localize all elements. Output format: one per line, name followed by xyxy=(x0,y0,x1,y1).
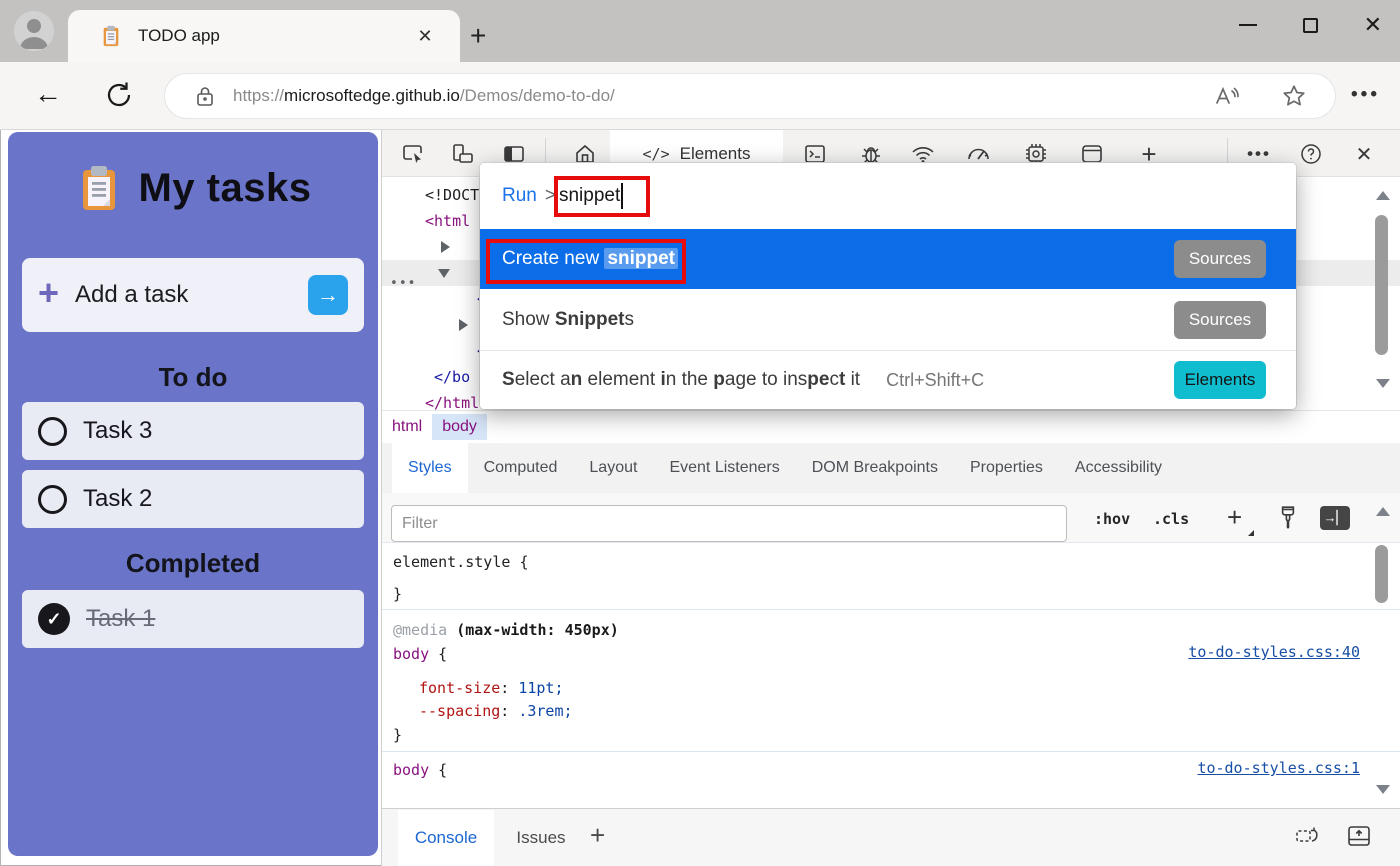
tab-layout[interactable]: Layout xyxy=(573,443,653,493)
class-toggle[interactable]: .cls xyxy=(1153,510,1189,528)
command-palette: Run > snippet Create new snippet Sources… xyxy=(480,163,1296,409)
code-icon: </> xyxy=(643,145,670,163)
restore-drawer-icon[interactable] xyxy=(1294,823,1320,849)
stylesheet-link[interactable]: to-do-styles.css:40 xyxy=(1188,643,1360,661)
url-text: https://microsoftedge.github.io/Demos/de… xyxy=(233,86,615,106)
devtools-close-icon[interactable]: ✕ xyxy=(1351,141,1377,167)
expand-quick-view-icon[interactable] xyxy=(1346,823,1372,849)
new-style-rule-button[interactable]: + xyxy=(1227,502,1242,533)
result-create-new-snippet[interactable]: Create new snippet Sources xyxy=(480,229,1296,289)
device-emulation-icon[interactable] xyxy=(450,141,476,167)
expand-arrow-icon[interactable] xyxy=(441,241,450,253)
back-button[interactable]: ← xyxy=(34,78,62,110)
sidebar-pane-tabs: Styles Computed Layout Event Listeners D… xyxy=(382,443,1400,493)
add-task-submit-button[interactable]: → xyxy=(308,275,348,315)
profile-avatar[interactable] xyxy=(14,11,54,51)
clipboard-icon xyxy=(75,164,123,212)
plus-icon: + xyxy=(38,275,59,311)
badge-sources: Sources xyxy=(1174,301,1266,339)
command-query-text: snippet xyxy=(559,185,620,207)
title-bar: TODO app ✕ + ✕ xyxy=(0,0,1400,62)
task-row[interactable]: Task 2 xyxy=(22,470,364,528)
stylesheet-link[interactable]: to-do-styles.css:1 xyxy=(1197,759,1360,777)
task-checkbox-icon[interactable] xyxy=(38,485,67,514)
browser-menu-icon[interactable]: ••• xyxy=(1351,84,1380,106)
tab-accessibility[interactable]: Accessibility xyxy=(1059,443,1178,493)
styles-filter-input[interactable] xyxy=(391,505,1067,542)
badge-elements: Elements xyxy=(1174,361,1266,399)
tab-dom-breakpoints[interactable]: DOM Breakpoints xyxy=(796,443,954,493)
task-checked-icon[interactable]: ✓ xyxy=(38,603,70,635)
navigation-toolbar: ← https://microsoftedge.github.io/Demos/… xyxy=(0,62,1400,130)
window-close-button[interactable]: ✕ xyxy=(1364,14,1382,36)
breadcrumb: html body xyxy=(382,410,1400,443)
command-mode-label: Run xyxy=(502,185,537,207)
expand-arrow-icon[interactable] xyxy=(459,319,468,331)
window-maximize-button[interactable] xyxy=(1303,18,1318,33)
dom-node-html[interactable]: <html xyxy=(425,212,470,230)
read-aloud-icon[interactable] xyxy=(1213,83,1241,109)
app-title: My tasks xyxy=(139,166,312,211)
computed-sidebar-toggle-icon[interactable]: →▏ xyxy=(1320,506,1350,530)
styles-scrollbar[interactable] xyxy=(1371,543,1393,808)
badge-sources: Sources xyxy=(1174,240,1266,278)
result-select-element[interactable]: Select an element in the page to inspect… xyxy=(480,351,1296,409)
command-input[interactable]: Run > snippet xyxy=(480,163,1296,229)
tab-event-listeners[interactable]: Event Listeners xyxy=(653,443,795,493)
rule-selector-body[interactable]: body xyxy=(393,645,429,663)
tab-issues[interactable]: Issues xyxy=(506,810,576,866)
tab-console[interactable]: Console xyxy=(398,810,494,866)
breadcrumb-html[interactable]: html xyxy=(382,414,432,440)
todo-app-panel: My tasks + Add a task → To do Task 3 Tas… xyxy=(8,132,378,856)
tab-properties[interactable]: Properties xyxy=(954,443,1059,493)
lock-icon[interactable] xyxy=(195,85,215,107)
element-style-selector[interactable]: element.style xyxy=(393,553,510,571)
refresh-button[interactable] xyxy=(104,80,134,110)
todo-favicon-icon xyxy=(100,25,122,47)
task-row[interactable]: Task 3 xyxy=(22,402,364,460)
new-rule-caret-icon xyxy=(1248,530,1254,536)
tab-computed[interactable]: Computed xyxy=(468,443,574,493)
paintbrush-icon[interactable] xyxy=(1275,504,1301,532)
task-checkbox-icon[interactable] xyxy=(38,417,67,446)
task-row-completed[interactable]: ✓ Task 1 xyxy=(22,590,364,648)
styles-pane[interactable]: element.style { } @media (max-width: 450… xyxy=(382,543,1400,808)
add-task-placeholder[interactable]: Add a task xyxy=(75,281,188,309)
tab-title: TODO app xyxy=(138,26,220,46)
styles-filter-bar: :hov .cls + →▏ xyxy=(382,493,1400,543)
browser-window: TODO app ✕ + ✕ ← https://microsoftedge.g… xyxy=(0,0,1400,866)
help-icon[interactable] xyxy=(1298,141,1324,167)
tab-close-icon[interactable]: ✕ xyxy=(412,23,438,49)
dom-node-body-close[interactable]: </bo xyxy=(434,368,470,386)
dom-scrollbar[interactable] xyxy=(1371,177,1393,410)
rule-selector-body[interactable]: body xyxy=(393,761,429,779)
new-tab-button[interactable]: + xyxy=(470,22,486,50)
result-show-snippets[interactable]: Show Snippets Sources xyxy=(480,289,1296,350)
text-cursor xyxy=(621,183,623,209)
inspect-element-icon[interactable] xyxy=(400,141,426,167)
add-task-field[interactable]: + Add a task → xyxy=(22,258,364,332)
console-drawer: Console Issues + xyxy=(382,808,1400,866)
tab-styles[interactable]: Styles xyxy=(392,443,468,493)
address-bar[interactable]: https://microsoftedge.github.io/Demos/de… xyxy=(164,73,1336,119)
drawer-more-tabs-icon[interactable]: + xyxy=(590,820,605,851)
completed-section-heading: Completed xyxy=(8,548,378,579)
dom-node-html-close[interactable]: </html xyxy=(425,394,479,410)
pseudo-state-toggle[interactable]: :hov xyxy=(1094,510,1130,528)
todo-section-heading: To do xyxy=(8,362,378,393)
media-at-rule[interactable]: @media xyxy=(393,621,447,639)
window-minimize-button[interactable] xyxy=(1239,24,1257,26)
browser-tab[interactable]: TODO app ✕ xyxy=(68,10,460,62)
styles-scrollbar-up-icon[interactable] xyxy=(1376,507,1390,516)
favorites-star-icon[interactable] xyxy=(1281,83,1307,109)
collapse-arrow-icon[interactable] xyxy=(438,269,450,278)
keyboard-shortcut: Ctrl+Shift+C xyxy=(886,370,984,391)
breadcrumb-body[interactable]: body xyxy=(432,414,487,440)
dom-node-doctype[interactable]: <!DOCT xyxy=(425,186,479,204)
